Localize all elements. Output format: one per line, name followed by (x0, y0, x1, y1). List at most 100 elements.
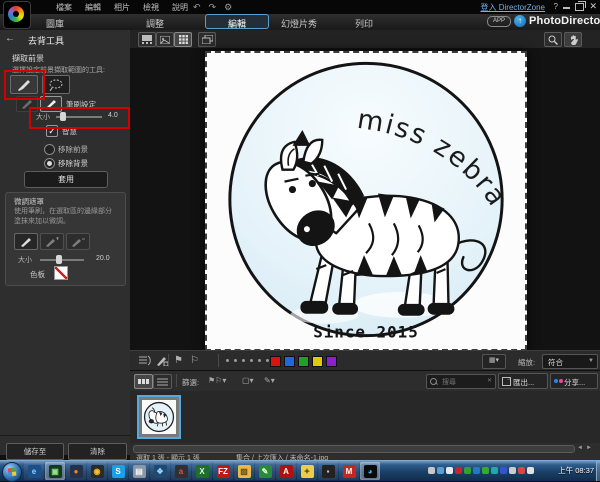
undo-icon[interactable]: ↶ (193, 2, 201, 13)
tray-icon[interactable] (464, 467, 471, 474)
skype-icon[interactable]: S (108, 462, 128, 480)
notes-app-icon[interactable]: ✎ (255, 462, 275, 480)
filter-frame-icon[interactable]: ▢▾ (242, 376, 254, 385)
save-to-button[interactable]: 儲存至 (6, 443, 64, 460)
finetune-brush-button[interactable] (14, 233, 38, 250)
clear-button[interactable]: 清除 (68, 443, 127, 460)
app-badge[interactable]: APP (487, 16, 511, 27)
photodirector-taskbar-icon[interactable]: ◕ (360, 462, 380, 480)
canvas-area[interactable]: miss zebra (130, 48, 600, 350)
color-swatch[interactable] (326, 356, 337, 367)
tray-icon[interactable] (455, 467, 462, 474)
remove-area-brush-button[interactable] (16, 96, 38, 112)
taskbar-clock[interactable]: 上午 08:37 (558, 461, 594, 481)
tray-icon[interactable] (482, 467, 489, 474)
media-player-icon[interactable]: a (171, 462, 191, 480)
filter-label-pen-icon[interactable]: ✎▾ (264, 376, 275, 385)
finetune-size-slider-thumb[interactable] (56, 255, 62, 264)
tab-edit-active[interactable]: 編輯 (205, 14, 269, 29)
tray-icon[interactable] (446, 467, 453, 474)
filter-flag-icon[interactable]: ⚑⚐▾ (208, 376, 226, 385)
brush-select-tool-button[interactable] (10, 75, 38, 94)
brush-preview-icon[interactable] (156, 355, 168, 366)
compare-mode-icon[interactable] (198, 32, 216, 47)
tray-icon[interactable] (473, 467, 480, 474)
tray-icon[interactable] (428, 467, 435, 474)
size-slider-thumb[interactable] (60, 112, 66, 121)
menu-view[interactable]: 檢視 (143, 2, 159, 13)
document-icon[interactable]: ▤ (129, 462, 149, 480)
search-box[interactable]: ✕ (426, 374, 496, 389)
tray-icon[interactable] (491, 467, 498, 474)
close-button[interactable]: ✕ (589, 1, 597, 12)
add-area-brush-button[interactable] (40, 96, 62, 112)
smart-checkbox[interactable]: ✓ (46, 125, 58, 137)
editor-app-icon[interactable]: ✦ (297, 462, 317, 480)
display-mode-button[interactable]: ▦▾ (482, 354, 506, 369)
scroll-left-icon[interactable]: ◄ (577, 445, 583, 451)
console-app-icon[interactable]: ▪ (318, 462, 338, 480)
viewer-mode-single-icon[interactable] (156, 32, 174, 47)
color-swatch[interactable] (284, 356, 295, 367)
restore-button[interactable] (575, 3, 584, 11)
show-desktop-button[interactable] (596, 461, 600, 481)
color-swatch[interactable] (270, 356, 281, 367)
tab-slideshow[interactable]: 幻燈片秀 (270, 17, 328, 30)
finetune-size-slider[interactable] (40, 259, 84, 261)
color-swatch[interactable] (312, 356, 323, 367)
acrobat-icon[interactable]: A (276, 462, 296, 480)
apply-button[interactable]: 套用 (24, 171, 108, 188)
help-button[interactable]: ? (554, 2, 558, 11)
minimize-button[interactable] (563, 7, 570, 9)
scroll-right-icon[interactable]: ► (586, 445, 592, 451)
tab-library[interactable]: 圖庫 (30, 17, 80, 30)
folder-icon[interactable]: ▨ (234, 462, 254, 480)
tray-icon[interactable] (518, 467, 525, 474)
search-clear-icon[interactable]: ✕ (487, 377, 492, 384)
login-directorzone-link[interactable]: 登入 DirectorZone (481, 2, 545, 13)
photo-zebra-badge[interactable]: miss zebra (205, 51, 527, 351)
color-swatch[interactable] (298, 356, 309, 367)
tab-adjust[interactable]: 調整 (130, 17, 180, 30)
radio-remove-foreground[interactable] (44, 144, 55, 155)
settings-gear-icon[interactable]: ⚙ (224, 2, 232, 13)
start-button[interactable] (2, 462, 22, 482)
back-arrow-icon[interactable]: ← (5, 33, 15, 44)
menu-photo[interactable]: 相片 (114, 2, 130, 13)
menu-edit[interactable]: 編輯 (85, 2, 101, 13)
viewer-mode-grid-icon[interactable] (174, 32, 192, 47)
tray-icon[interactable] (437, 467, 444, 474)
thumbnail-view-button[interactable] (134, 374, 153, 389)
flag-reject-icon[interactable]: ⚐ (190, 355, 199, 367)
tab-print[interactable]: 列印 (344, 17, 384, 30)
tray-icon[interactable] (500, 467, 507, 474)
radio-remove-background[interactable] (44, 158, 55, 169)
photo-thumbnail-selected[interactable] (137, 395, 181, 439)
tray-icon[interactable] (527, 467, 534, 474)
export-button[interactable]: 匯出... (498, 373, 548, 389)
star-rating-dots[interactable] (226, 359, 269, 362)
menu-file[interactable]: 檔案 (56, 2, 72, 13)
menu-help[interactable]: 說明 (172, 2, 188, 13)
finetune-add-brush-button[interactable] (40, 233, 64, 250)
search-input[interactable] (440, 376, 486, 388)
lasso-select-tool-button[interactable] (42, 75, 70, 94)
messenger-icon[interactable]: ❖ (150, 462, 170, 480)
ie-icon[interactable]: e (24, 462, 44, 480)
tray-icon[interactable] (509, 467, 516, 474)
finetune-erase-brush-button[interactable] (66, 233, 90, 250)
chrome-icon[interactable]: ◉ (87, 462, 107, 480)
filezilla-icon[interactable]: FZ (213, 462, 233, 480)
share-button[interactable]: 分享... (550, 373, 598, 389)
excel-icon[interactable]: X (192, 462, 212, 480)
flag-pick-icon[interactable]: ⚑ (174, 355, 183, 367)
redo-icon[interactable]: ↷ (209, 2, 217, 13)
viewer-mode-browser-icon[interactable] (138, 32, 156, 47)
horizontal-scrollbar[interactable] (133, 445, 575, 453)
mail-app-icon[interactable]: M (339, 462, 359, 480)
photo-viewer-icon[interactable]: ▣ (45, 462, 65, 480)
show-mask-icon[interactable] (138, 355, 151, 366)
pan-hand-icon[interactable] (564, 32, 582, 47)
firefox-icon[interactable]: ● (66, 462, 86, 480)
zoom-tool-icon[interactable] (544, 32, 562, 47)
